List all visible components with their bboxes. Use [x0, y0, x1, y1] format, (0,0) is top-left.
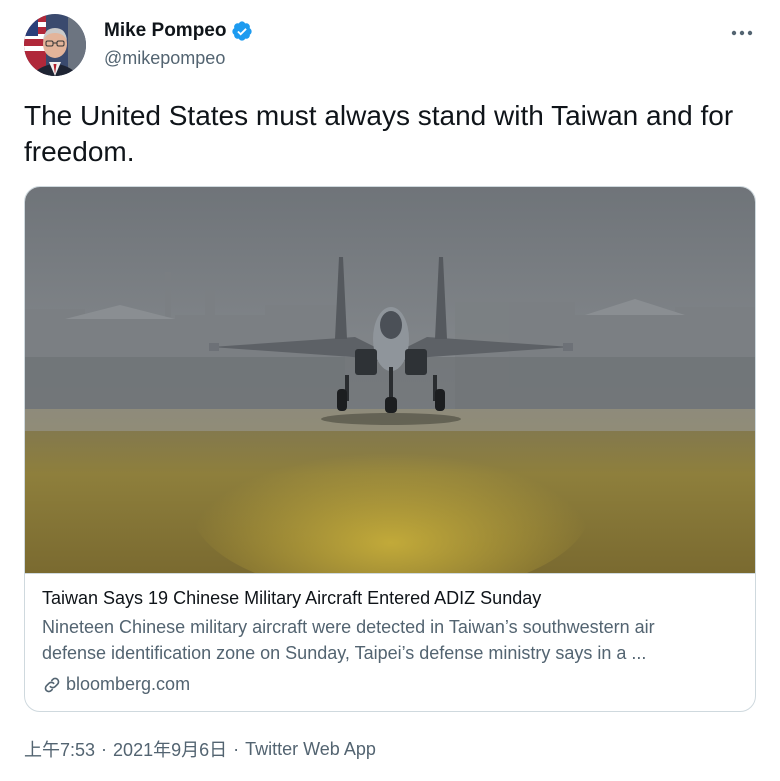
- tweet-source[interactable]: Twitter Web App: [245, 739, 376, 760]
- verified-badge-icon: [231, 20, 253, 42]
- card-domain-text: bloomberg.com: [66, 674, 191, 694]
- card-title[interactable]: Taiwan Says 19 Chinese Military Aircraft…: [42, 588, 541, 609]
- link-card[interactable]: Taiwan Says 19 Chinese Military Aircraft…: [24, 186, 756, 712]
- card-body[interactable]: Taiwan Says 19 Chinese Military Aircraft…: [25, 573, 755, 694]
- author-name-row: Mike Pompeo: [104, 20, 253, 42]
- card-image[interactable]: [25, 187, 755, 573]
- tweet-meta: 上午7:53 · 2021年9月6日 · Twitter Web App: [24, 736, 376, 762]
- card-domain[interactable]: bloomberg.com: [42, 674, 190, 695]
- tweet-date[interactable]: 2021年9月6日: [113, 736, 227, 762]
- more-horizontal-icon: [731, 23, 753, 41]
- card-description: Nineteen Chinese military aircraft were …: [42, 617, 655, 663]
- more-options-button[interactable]: [728, 20, 756, 44]
- display-name[interactable]: Mike Pompeo: [104, 20, 226, 42]
- author-handle[interactable]: @mikepompeo: [104, 48, 225, 69]
- meta-separator: ·: [233, 738, 240, 759]
- avatar[interactable]: [24, 14, 86, 76]
- link-icon: [42, 675, 62, 695]
- tweet-time[interactable]: 上午7:53: [24, 736, 95, 762]
- tweet-text: The United States must always stand with…: [24, 100, 734, 167]
- meta-separator: ·: [101, 738, 108, 759]
